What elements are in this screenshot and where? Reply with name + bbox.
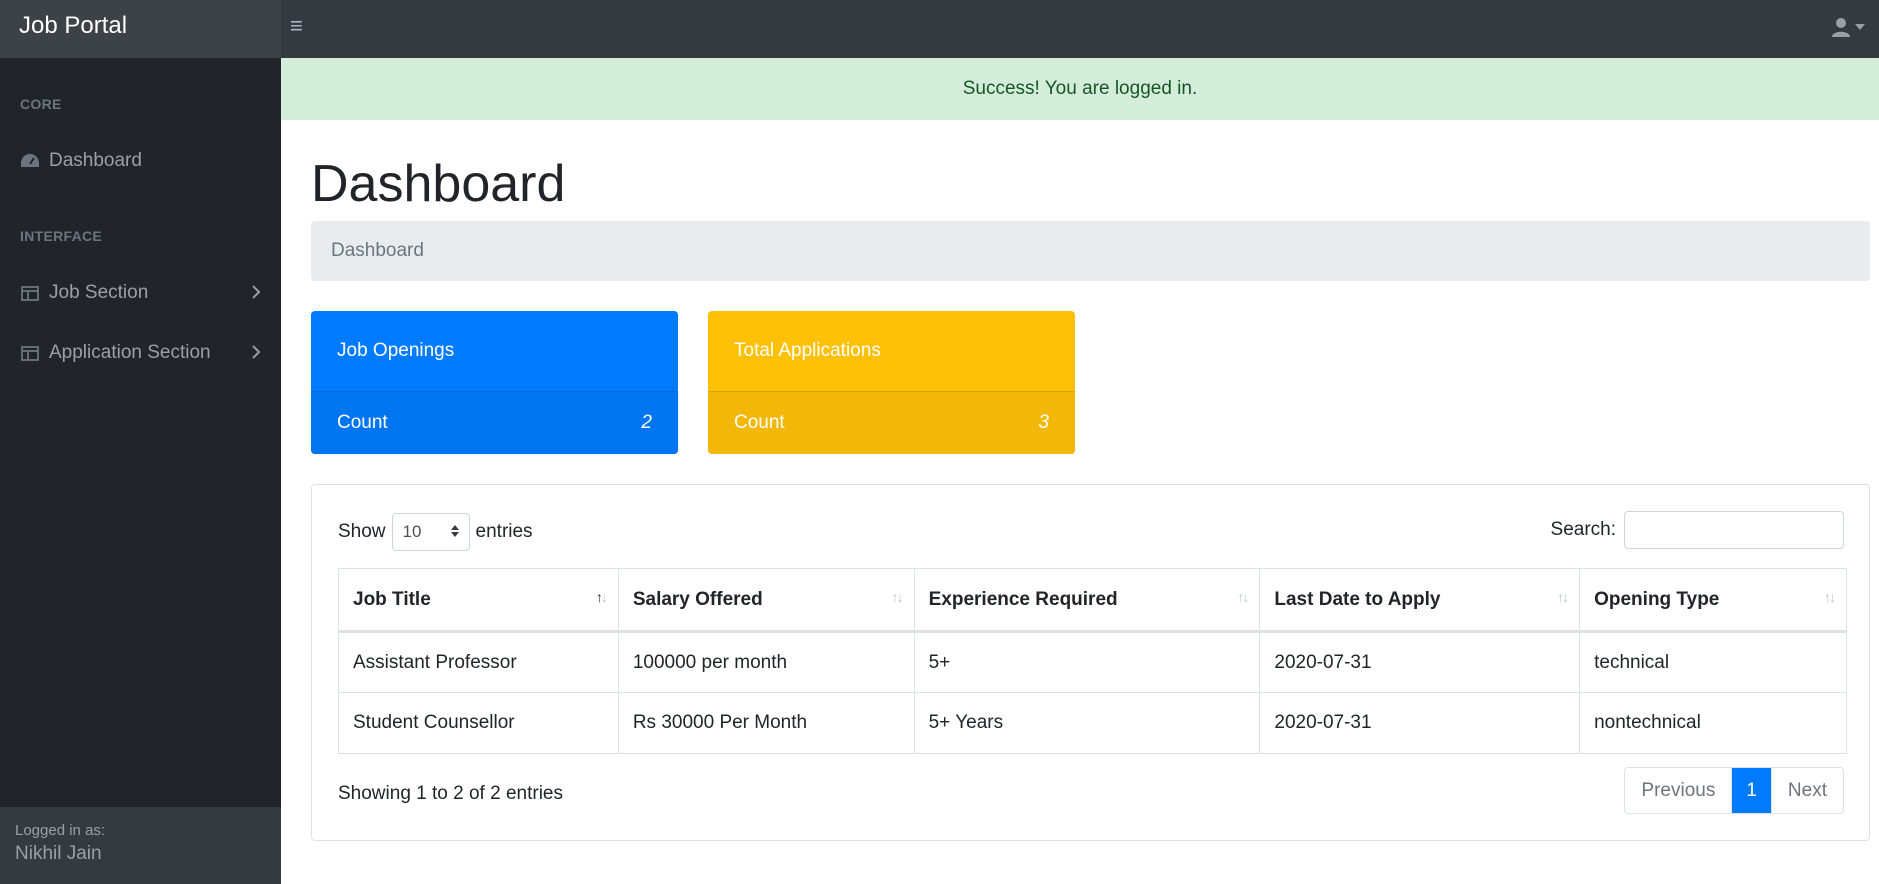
success-alert: Success! You are logged in.	[281, 58, 1879, 120]
sidebar-item-label: Application Section	[49, 342, 211, 363]
card-count-label: Count	[734, 412, 785, 433]
pagination-next[interactable]: Next	[1770, 768, 1843, 813]
table-icon	[20, 284, 40, 302]
jobs-table: Job Title ↑↓ Salary Offered ↑↓ Experience …	[338, 568, 1847, 754]
pagination-page-1[interactable]: 1	[1731, 768, 1771, 813]
column-header-label: Job Title	[353, 588, 431, 610]
tachometer-icon	[20, 152, 40, 170]
table-header-row: Job Title ↑↓ Salary Offered ↑↓ Experience …	[338, 568, 1847, 633]
caret-down-icon	[1855, 24, 1865, 30]
table-cell: 100000 per month	[617, 631, 915, 693]
sidebar-item-label: Dashboard	[49, 150, 142, 171]
user-icon	[1831, 17, 1851, 37]
table-cell: Student Counsellor	[338, 692, 619, 754]
column-header-label: Opening Type	[1594, 588, 1720, 610]
total-applications-card[interactable]: Total Applications Count 3	[708, 311, 1075, 454]
card-title: Job Openings	[337, 340, 455, 361]
card-count-value: 3	[1038, 412, 1049, 433]
table-row: Student Counsellor Rs 30000 Per Month 5+…	[338, 692, 1847, 754]
entries-length-control: Show 10 entries	[338, 513, 533, 551]
sort-icon: ↑↓	[1237, 589, 1249, 605]
entries-label: entries	[475, 521, 533, 542]
table-cell: Assistant Professor	[338, 631, 619, 693]
menu-icon: ≡	[290, 13, 303, 38]
card-footer: Count 2	[311, 391, 678, 454]
search-input[interactable]	[1624, 511, 1844, 549]
sidebar-toggle-button[interactable]: ≡	[290, 15, 312, 37]
table-cell: Rs 30000 Per Month	[617, 692, 915, 754]
page-title: Dashboard	[311, 155, 566, 213]
table-cell: technical	[1579, 631, 1847, 693]
column-header-last-date[interactable]: Last Date to Apply ↑↓	[1259, 568, 1581, 633]
breadcrumb-item: Dashboard	[331, 240, 424, 261]
table-icon	[20, 344, 40, 362]
table-cell: 2020-07-31	[1259, 631, 1581, 693]
main-content: Success! You are logged in. Dashboard Da…	[281, 58, 1879, 884]
sidebar-footer: Logged in as: Nikhil Jain	[0, 807, 281, 884]
column-header-opening-type[interactable]: Opening Type ↑↓	[1579, 568, 1847, 633]
search-label: Search:	[1550, 519, 1616, 540]
breadcrumb: Dashboard	[311, 221, 1870, 281]
table-row: Assistant Professor 100000 per month 5+ …	[338, 631, 1847, 693]
top-navbar: Job Portal ≡	[0, 0, 1879, 58]
column-header-label: Last Date to Apply	[1274, 588, 1441, 610]
table-cell: 2020-07-31	[1259, 692, 1581, 754]
pagination-previous[interactable]: Previous	[1625, 768, 1731, 813]
sidebar: CORE Dashboard INTERFACE Job Section App…	[0, 58, 281, 884]
table-search: Search:	[1551, 511, 1844, 549]
table-cell: nontechnical	[1579, 692, 1847, 754]
brand-title[interactable]: Job Portal	[0, 0, 281, 58]
sort-icon: ↑↓	[595, 589, 608, 605]
column-header-salary-offered[interactable]: Salary Offered ↑↓	[617, 568, 915, 633]
column-header-label: Salary Offered	[632, 588, 763, 610]
card-count-label: Count	[337, 412, 388, 433]
sort-icon: ↑↓	[1557, 589, 1569, 605]
sidebar-item-application-section[interactable]: Application Section	[0, 333, 281, 373]
chevron-right-icon	[252, 343, 261, 365]
user-menu-button[interactable]	[1831, 12, 1865, 42]
chevron-right-icon	[252, 283, 261, 305]
select-arrows-icon	[450, 522, 459, 542]
column-header-job-title[interactable]: Job Title ↑↓	[338, 568, 619, 633]
logged-in-user: Nikhil Jain	[15, 843, 102, 864]
sidebar-item-dashboard[interactable]: Dashboard	[0, 141, 281, 181]
sidebar-item-label: Job Section	[49, 282, 149, 303]
pagination: Previous 1 Next	[1624, 767, 1844, 814]
card-title: Total Applications	[734, 340, 881, 361]
logged-in-label: Logged in as:	[15, 822, 106, 839]
job-openings-card[interactable]: Job Openings Count 2	[311, 311, 678, 454]
sidebar-heading-core: CORE	[20, 96, 62, 112]
table-info: Showing 1 to 2 of 2 entries	[338, 783, 563, 804]
show-label: Show	[338, 521, 386, 542]
column-header-experience-required[interactable]: Experience Required ↑↓	[913, 568, 1261, 633]
card-footer: Count 3	[708, 391, 1075, 454]
table-cell: 5+	[913, 631, 1261, 693]
table-cell: 5+ Years	[913, 692, 1261, 754]
sidebar-item-job-section[interactable]: Job Section	[0, 273, 281, 313]
card-count-value: 2	[641, 412, 652, 433]
jobs-table-card: Show 10 entries Search: Job Title ↑↓ Sala…	[311, 484, 1870, 841]
sidebar-heading-interface: INTERFACE	[20, 228, 103, 244]
entries-length-select[interactable]: 10	[391, 513, 470, 551]
sort-icon: ↑↓	[891, 589, 904, 605]
sort-icon: ↑↓	[1824, 589, 1836, 605]
column-header-label: Experience Required	[928, 588, 1118, 610]
entries-length-value: 10	[402, 522, 422, 541]
